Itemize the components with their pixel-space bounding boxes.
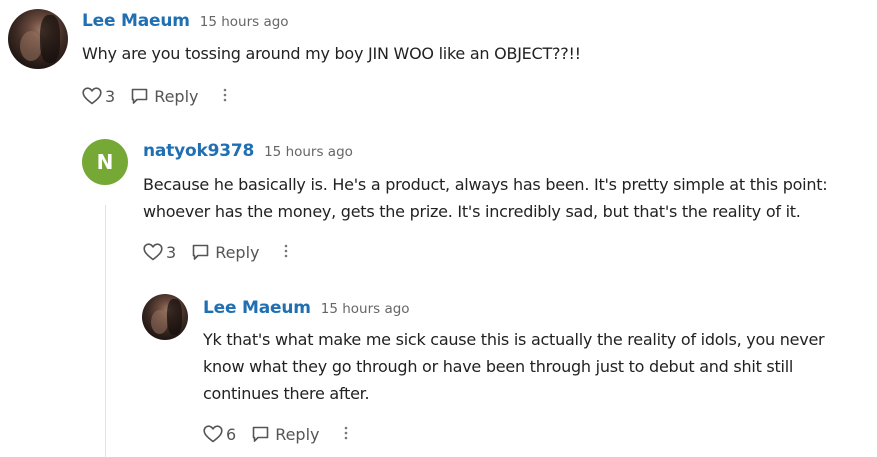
comment-header: Lee Maeum 15 hours ago xyxy=(82,11,289,31)
like-count: 6 xyxy=(226,424,237,444)
avatar-letter: N xyxy=(96,150,114,174)
like-button[interactable]: 3 xyxy=(143,243,176,262)
speech-bubble-icon xyxy=(131,88,148,105)
comment-text: Because he basically is. He's a product,… xyxy=(143,175,828,221)
comment-actions: 3 Reply xyxy=(143,241,290,263)
more-options-button[interactable] xyxy=(282,243,290,262)
heart-outline-icon xyxy=(143,243,163,261)
like-button[interactable]: 3 xyxy=(82,87,115,106)
author-name[interactable]: Lee Maeum xyxy=(82,11,190,31)
timestamp[interactable]: 15 hours ago xyxy=(200,14,289,30)
speech-bubble-icon xyxy=(252,426,269,443)
comment-text: Why are you tossing around my boy JIN WO… xyxy=(82,44,581,63)
vertical-dots-icon xyxy=(344,425,348,444)
reply-button[interactable]: Reply xyxy=(252,424,320,444)
comment-header: natyok9378 15 hours ago xyxy=(143,141,353,161)
avatar[interactable] xyxy=(142,294,188,340)
heart-outline-icon xyxy=(82,87,102,105)
more-options-button[interactable] xyxy=(221,87,229,106)
comment-text: Yk that's what make me sick cause this i… xyxy=(203,330,825,403)
timestamp[interactable]: 15 hours ago xyxy=(264,144,353,160)
timestamp[interactable]: 15 hours ago xyxy=(321,301,410,317)
like-count: 3 xyxy=(166,242,177,262)
reply-label: Reply xyxy=(275,424,320,444)
like-count: 3 xyxy=(105,86,116,106)
author-name[interactable]: natyok9378 xyxy=(143,141,254,161)
reply-label: Reply xyxy=(154,86,199,106)
like-button[interactable]: 6 xyxy=(203,425,236,444)
vertical-dots-icon xyxy=(223,87,227,106)
comment-actions: 6 Reply xyxy=(203,423,350,445)
heart-outline-icon xyxy=(203,425,223,443)
speech-bubble-icon xyxy=(192,244,209,261)
reply-thread-line xyxy=(105,205,106,457)
comment-header: Lee Maeum 15 hours ago xyxy=(203,298,410,318)
author-name[interactable]: Lee Maeum xyxy=(203,298,311,318)
reply-button[interactable]: Reply xyxy=(131,86,199,106)
more-options-button[interactable] xyxy=(342,425,350,444)
avatar[interactable] xyxy=(8,9,68,69)
reply-button[interactable]: Reply xyxy=(192,242,260,262)
avatar[interactable]: N xyxy=(82,139,128,185)
comment-actions: 3 Reply xyxy=(82,85,229,107)
vertical-dots-icon xyxy=(284,243,288,262)
reply-label: Reply xyxy=(215,242,260,262)
